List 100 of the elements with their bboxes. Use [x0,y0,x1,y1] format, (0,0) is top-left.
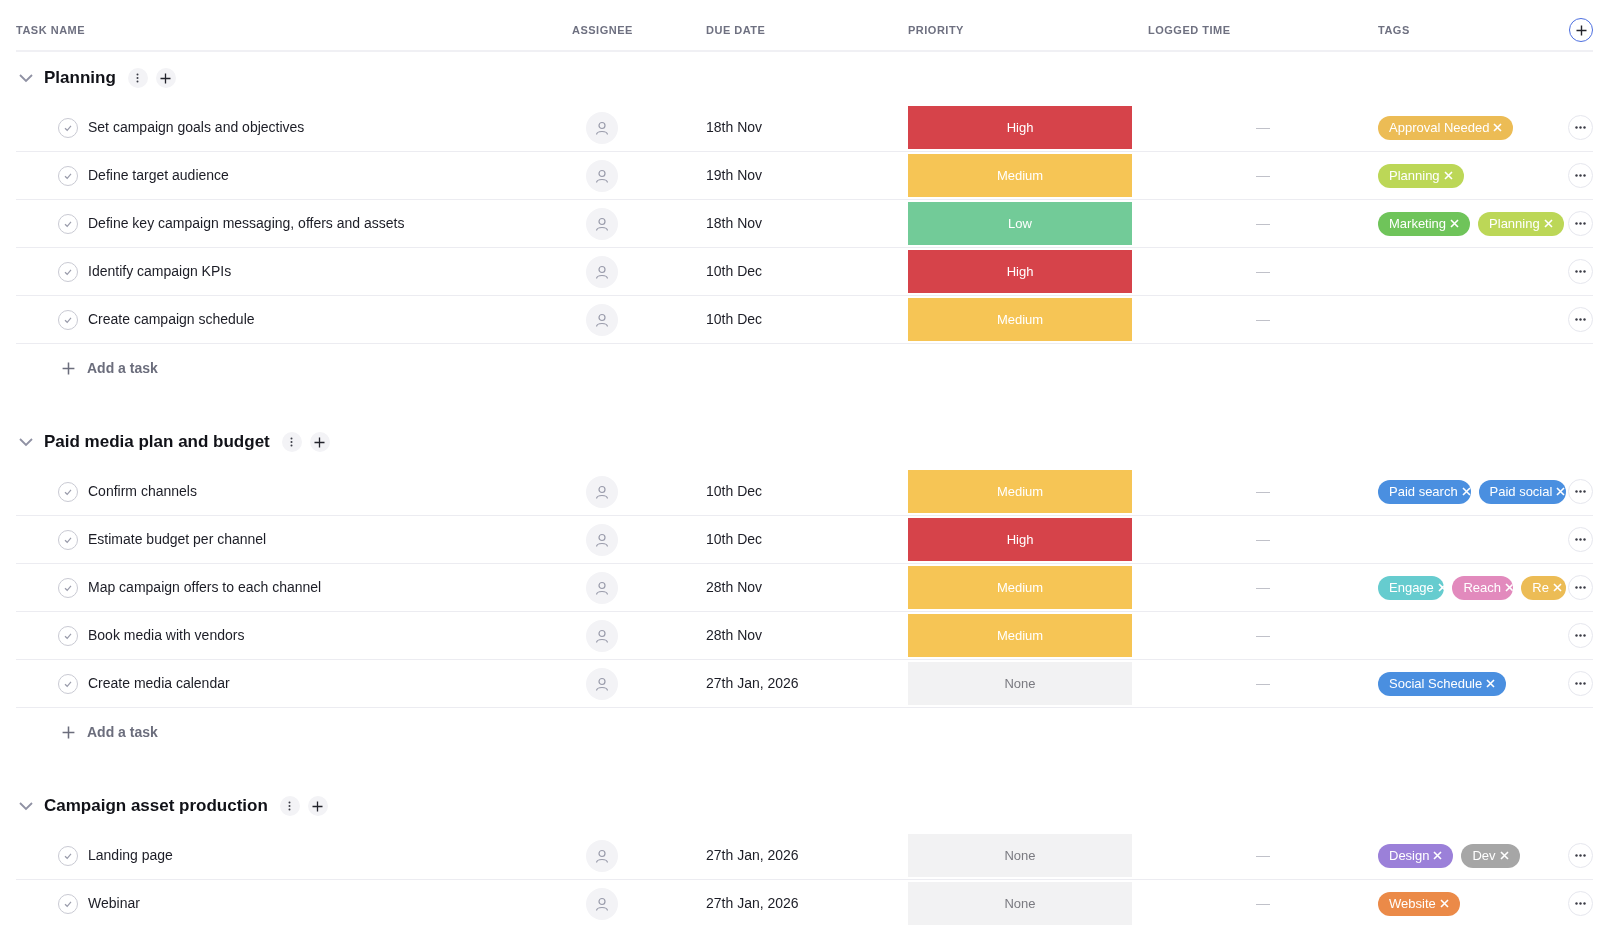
group-menu-button[interactable] [279,796,300,816]
tag[interactable]: Reach [1452,575,1514,600]
task-row[interactable]: Identify campaign KPIs 10th Dec High — [16,248,1593,296]
remove-icon[interactable] [1437,583,1445,592]
tag[interactable]: Paid social [1478,479,1566,504]
assignee-avatar-icon[interactable] [586,255,618,288]
more-options-button[interactable] [1568,115,1593,140]
more-options-button[interactable] [1568,575,1593,600]
group-menu-button[interactable] [281,432,302,452]
remove-icon[interactable] [1499,851,1509,860]
more-options-button[interactable] [1568,891,1593,916]
assignee-avatar-icon[interactable] [586,303,618,336]
remove-icon[interactable] [1556,487,1566,496]
assignee-avatar-icon[interactable] [586,887,618,920]
ellipsis-icon [1575,126,1586,129]
priority-cell[interactable]: High [908,106,1132,149]
task-row[interactable]: Map campaign offers to each channel 28th Nov Medium — Engage Reach Re [16,564,1593,612]
task-name: Create campaign schedule [88,310,255,329]
task-row[interactable]: Define target audience 19th Nov Medium — Planning [16,152,1593,200]
tag[interactable]: Marketing [1378,211,1471,236]
task-row[interactable]: Landing page 27th Jan, 2026 None — Design Dev [16,832,1593,880]
priority-cell[interactable]: High [908,250,1132,293]
remove-icon[interactable] [1505,583,1514,592]
due-date: 10th Dec [706,262,763,281]
add-task-button[interactable]: Add a task [16,708,158,756]
logged-time: — [1256,894,1270,913]
ellipsis-icon [1575,270,1586,273]
assignee-avatar-icon[interactable] [586,619,618,652]
add-task-button[interactable]: Add a task [16,344,158,392]
remove-icon[interactable] [1552,583,1562,592]
assignee-avatar-icon[interactable] [586,159,618,192]
ellipsis-icon [1575,682,1586,685]
task-row[interactable]: Book media with vendors 28th Nov Medium — [16,612,1593,660]
vertical-ellipsis-icon [288,801,292,811]
more-options-button[interactable] [1568,623,1593,648]
assignee-avatar-icon[interactable] [586,571,618,604]
group-menu-button[interactable] [127,68,148,88]
ellipsis-icon [1575,318,1586,321]
due-date: 28th Nov [706,578,763,597]
logged-time: — [1256,674,1270,693]
remove-icon[interactable] [1486,679,1496,688]
logged-time: — [1256,166,1270,185]
due-date: 27th Jan, 2026 [706,674,799,693]
tag[interactable]: Dev [1461,843,1520,868]
assignee-avatar-icon[interactable] [586,523,618,556]
due-date: 18th Nov [706,214,763,233]
more-options-button[interactable] [1568,307,1593,332]
remove-icon[interactable] [1439,899,1449,908]
tag[interactable]: Social Schedule [1378,671,1507,696]
add-button[interactable] [155,68,176,88]
task-row[interactable]: Webinar 27th Jan, 2026 None — Website [16,880,1593,926]
priority-cell[interactable]: High [908,518,1132,561]
task-row[interactable]: Confirm channels 10th Dec Medium — Paid search Paid social [16,468,1593,516]
remove-icon[interactable] [1433,851,1443,860]
task-name: Book media with vendors [88,626,245,645]
more-options-button[interactable] [1568,843,1593,868]
due-date: 10th Dec [706,482,763,501]
task-row[interactable]: Create media calendar 27th Jan, 2026 None — Social Schedule [16,660,1593,708]
assignee-avatar-icon[interactable] [586,207,618,240]
logged-time: — [1256,530,1270,549]
task-name: Estimate budget per channel [88,530,267,549]
logged-time: — [1256,482,1270,501]
assignee-avatar-icon[interactable] [586,475,618,508]
tag[interactable]: Website [1378,891,1460,916]
task-row[interactable]: Estimate budget per channel 10th Dec High — [16,516,1593,564]
more-options-button[interactable] [1568,527,1593,552]
more-options-button[interactable] [1568,479,1593,504]
task-row[interactable]: Define key campaign messaging, offers and assets 18th Nov Low — Marketing Planning [16,200,1593,248]
task-row[interactable]: Create campaign schedule 10th Dec Medium — [16,296,1593,344]
priority-cell[interactable]: None [908,662,1132,705]
more-options-button[interactable] [1568,259,1593,284]
more-options-button[interactable] [1568,211,1593,236]
add-button[interactable] [309,432,330,452]
due-date: 10th Dec [706,310,763,329]
assignee-avatar-icon[interactable] [586,839,618,872]
ellipsis-icon [1575,634,1586,637]
group-title: Planning [44,67,116,90]
logged-time: — [1256,578,1270,597]
logged-time: — [1256,118,1270,137]
assignee-avatar-icon[interactable] [586,111,618,144]
tag[interactable]: Design [1378,843,1454,868]
remove-icon[interactable] [1543,219,1553,228]
priority-cell[interactable]: None [908,882,1132,925]
group-title: Paid media plan and budget [44,431,270,454]
plus-icon [1575,24,1587,36]
tag[interactable]: Paid search [1378,479,1471,504]
more-options-button[interactable] [1568,671,1593,696]
remove-icon[interactable] [1443,171,1453,180]
remove-icon[interactable] [1450,219,1460,228]
more-options-button[interactable] [1568,163,1593,188]
assignee-avatar-icon[interactable] [586,667,618,700]
group-title: Campaign asset production [44,795,268,818]
remove-icon[interactable] [1493,123,1503,132]
priority-cell[interactable]: None [908,834,1132,877]
add-button[interactable] [307,796,328,816]
remove-icon[interactable] [1461,487,1471,496]
task-row[interactable]: Set campaign goals and objectives 18th Nov High — Approval Needed [16,104,1593,152]
plus-icon [160,72,172,84]
task-name: Webinar [88,894,140,913]
task-name: Create media calendar [88,674,230,693]
